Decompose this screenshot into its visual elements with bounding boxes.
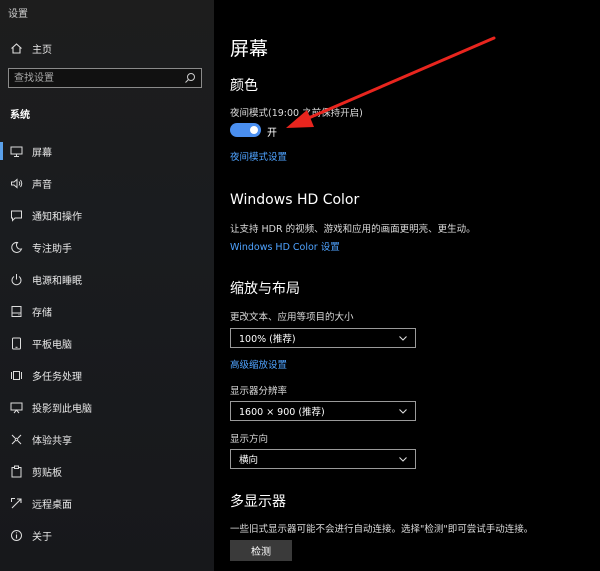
- resolution-label: 显示器分辨率: [230, 386, 288, 397]
- chevron-down-icon: [398, 454, 408, 464]
- section-title-color: 颜色: [230, 78, 258, 94]
- toggle-state-label: 开: [267, 128, 277, 139]
- hd-color-settings-link[interactable]: Windows HD Color 设置: [230, 239, 340, 253]
- sidebar-item-label: 声音: [32, 179, 52, 191]
- sidebar-item-sound[interactable]: 声音: [0, 169, 214, 197]
- main-content: 屏幕 颜色 夜间模式(19:00 之前保持开启) 开 夜间模式设置 Window…: [214, 0, 600, 571]
- orientation-label: 显示方向: [230, 434, 269, 445]
- home-icon: [9, 41, 23, 55]
- section-title-multi-display: 多显示器: [230, 494, 286, 510]
- scale-label: 更改文本、应用等项目的大小: [230, 312, 354, 323]
- sidebar-item-about[interactable]: 关于: [0, 521, 214, 549]
- night-mode-toggle[interactable]: [230, 123, 261, 137]
- sidebar-item-label: 远程桌面: [32, 499, 72, 511]
- search-box[interactable]: [8, 68, 202, 88]
- sidebar-item-label: 多任务处理: [32, 371, 82, 383]
- section-title-hd-color: Windows HD Color: [230, 192, 360, 208]
- sidebar-item-multitasking[interactable]: 多任务处理: [0, 361, 214, 389]
- sidebar-item-label: 通知和操作: [32, 211, 82, 223]
- moon-icon: [9, 240, 23, 254]
- hd-color-description: 让支持 HDR 的视频、游戏和应用的画面更明亮、更生动。: [230, 224, 476, 235]
- sidebar-item-focus-assist[interactable]: 专注助手: [0, 233, 214, 261]
- multitask-icon: [9, 368, 23, 382]
- scale-select[interactable]: 100% (推荐): [230, 328, 416, 348]
- storage-icon: [9, 304, 23, 318]
- projection-icon: [9, 400, 23, 414]
- speaker-icon: [9, 176, 23, 190]
- sidebar-item-shared-experiences[interactable]: 体验共享: [0, 425, 214, 453]
- sidebar-item-home[interactable]: 主页: [0, 34, 214, 62]
- orientation-select[interactable]: 横向: [230, 449, 416, 469]
- advanced-scaling-link[interactable]: 高级缩放设置: [230, 357, 287, 371]
- tablet-icon: [9, 336, 23, 350]
- info-icon: [9, 528, 23, 542]
- power-icon: [9, 272, 23, 286]
- sidebar-item-label: 剪贴板: [32, 467, 62, 479]
- sidebar-item-label: 主页: [32, 44, 52, 56]
- page-title: 屏幕: [230, 38, 269, 60]
- sidebar-item-label: 体验共享: [32, 435, 72, 447]
- sidebar-item-projection[interactable]: 投影到此电脑: [0, 393, 214, 421]
- sidebar-item-label: 电源和睡眠: [32, 275, 82, 287]
- search-icon[interactable]: [184, 72, 196, 84]
- chevron-down-icon: [398, 333, 408, 343]
- remote-desktop-icon: [9, 496, 23, 510]
- sidebar-item-label: 关于: [32, 531, 52, 543]
- monitor-icon: [9, 144, 23, 158]
- notification-icon: [9, 208, 23, 222]
- scale-select-value: 100% (推荐): [239, 334, 296, 345]
- sidebar-item-storage[interactable]: 存储: [0, 297, 214, 325]
- sidebar-item-clipboard[interactable]: 剪贴板: [0, 457, 214, 485]
- sidebar: 设置 主页 系统 屏幕 声音 通知和操作 专注助手: [0, 0, 214, 571]
- sidebar-item-label: 屏幕: [32, 147, 52, 159]
- sidebar-item-remote-desktop[interactable]: 远程桌面: [0, 489, 214, 517]
- toggle-knob: [250, 126, 258, 134]
- detect-button[interactable]: 检测: [230, 540, 292, 561]
- night-mode-label: 夜间模式(19:00 之前保持开启): [230, 108, 363, 119]
- sidebar-item-label: 平板电脑: [32, 339, 72, 351]
- sidebar-item-notifications[interactable]: 通知和操作: [0, 201, 214, 229]
- clipboard-icon: [9, 464, 23, 478]
- sidebar-item-power[interactable]: 电源和睡眠: [0, 265, 214, 293]
- orientation-select-value: 横向: [239, 455, 259, 466]
- resolution-select[interactable]: 1600 × 900 (推荐): [230, 401, 416, 421]
- search-input[interactable]: [9, 69, 184, 87]
- sidebar-item-display[interactable]: 屏幕: [0, 137, 214, 165]
- resolution-select-value: 1600 × 900 (推荐): [239, 407, 325, 418]
- chevron-down-icon: [398, 406, 408, 416]
- sidebar-item-label: 投影到此电脑: [32, 403, 92, 415]
- multi-display-description: 一些旧式显示器可能不会进行自动连接。选择"检测"即可尝试手动连接。: [230, 524, 534, 535]
- section-heading: 系统: [10, 110, 30, 121]
- sidebar-item-label: 存储: [32, 307, 52, 319]
- sidebar-item-label: 专注助手: [32, 243, 72, 255]
- night-mode-settings-link[interactable]: 夜间模式设置: [230, 149, 287, 163]
- section-title-scale-layout: 缩放与布局: [230, 281, 300, 297]
- sidebar-item-tablet[interactable]: 平板电脑: [0, 329, 214, 357]
- app-title: 设置: [8, 9, 28, 20]
- share-experience-icon: [9, 432, 23, 446]
